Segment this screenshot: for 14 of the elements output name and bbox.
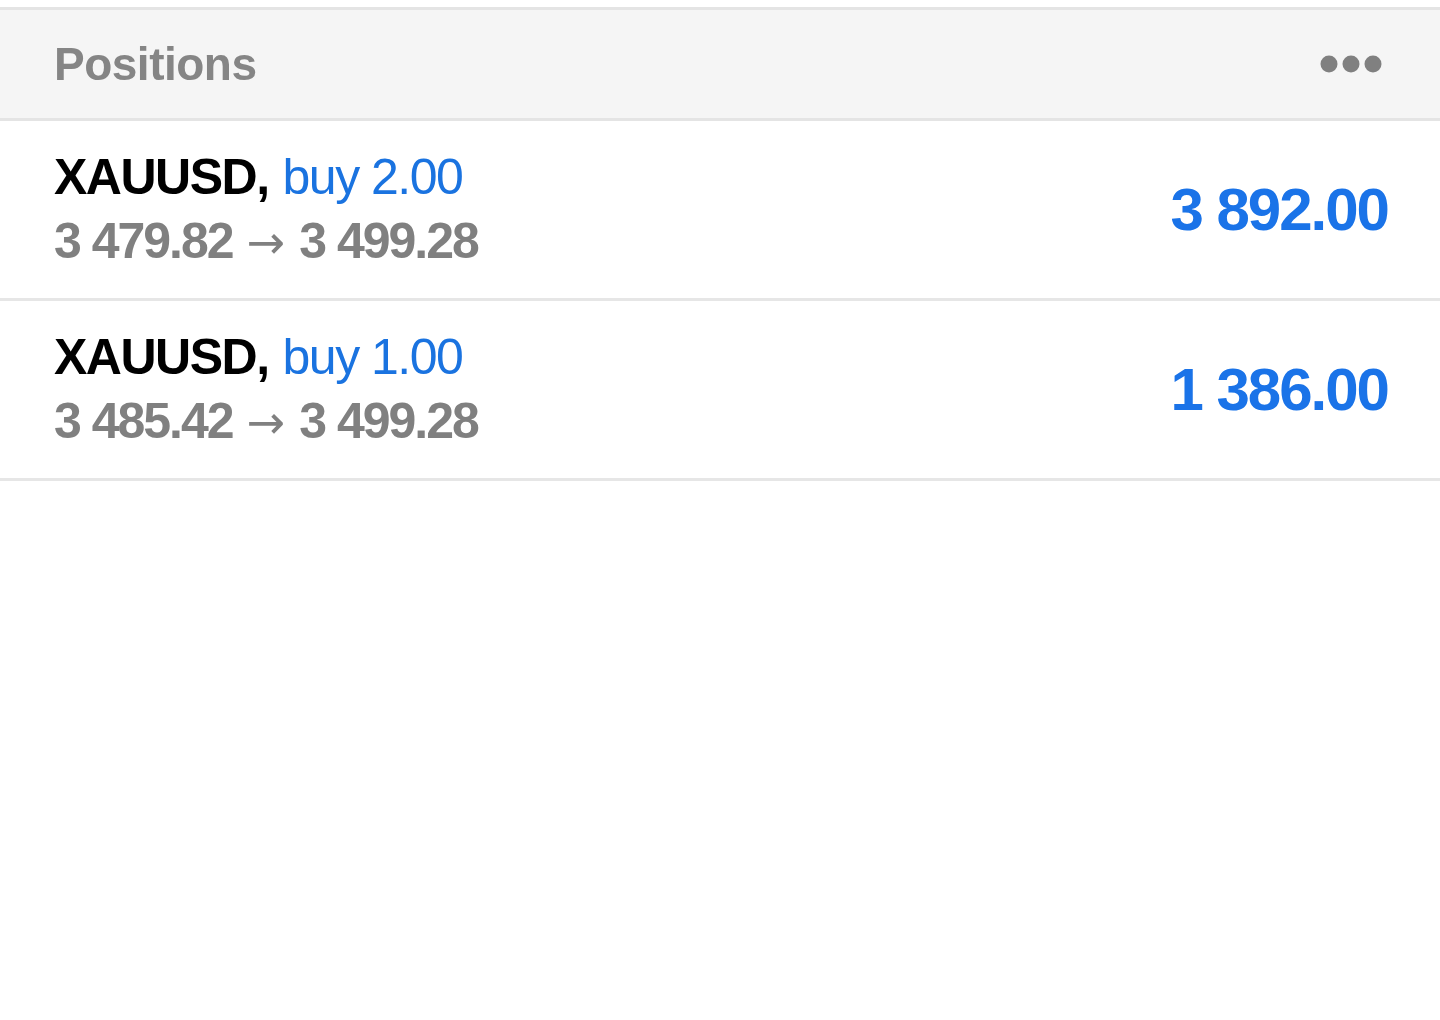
order-side-label: buy 1.00 [282,328,463,387]
price-arrow: → [246,394,286,451]
current-price: 3 499.28 [299,392,478,451]
price-arrow: → [246,214,286,271]
order-side-label: buy 2.00 [282,148,463,207]
open-price: 3 485.42 [54,392,233,451]
profit-value: 3 892.00 [1170,175,1388,244]
symbol-label: XAUUSD, [54,328,269,387]
profit-value: 1 386.00 [1170,355,1388,424]
more-menu-icon[interactable] [1320,55,1382,73]
current-price: 3 499.28 [299,212,478,271]
header-title: Positions [54,37,257,91]
open-price: 3 479.82 [54,212,233,271]
symbol-label: XAUUSD, [54,148,269,207]
